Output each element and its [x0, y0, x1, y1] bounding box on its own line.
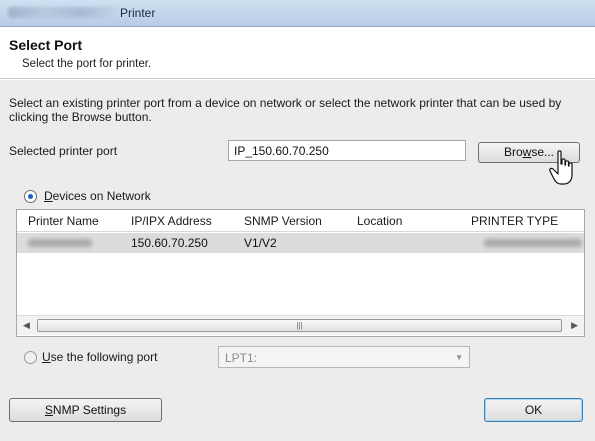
mouse-cursor-icon	[549, 150, 573, 185]
ok-button-label: OK	[524, 403, 543, 417]
ok-button[interactable]: OK	[484, 398, 583, 422]
port-select-value: LPT1:	[225, 351, 258, 365]
wizard-header: Select Port Select the port for printer.	[0, 28, 595, 79]
window-title: Printer	[120, 6, 156, 20]
devices-on-network-label[interactable]: Devices on Network	[44, 189, 151, 203]
page-title: Select Port	[9, 37, 83, 53]
devices-table: Printer Name IP/IPX Address SNMP Version…	[16, 209, 585, 337]
blurred-printer-type	[484, 239, 582, 247]
chevron-down-icon: ▼	[455, 353, 463, 362]
devices-on-network-radio[interactable]	[24, 190, 37, 203]
use-following-port-label[interactable]: Use the following port	[42, 350, 157, 364]
column-header-printer-name[interactable]: Printer Name	[28, 214, 99, 228]
table-header: Printer Name IP/IPX Address SNMP Version…	[17, 210, 584, 232]
use-following-port-radio[interactable]	[24, 351, 37, 364]
selected-port-field[interactable]: IP_150.60.70.250	[228, 140, 466, 161]
selected-port-label: Selected printer port	[9, 144, 118, 158]
page-subtitle: Select the port for printer.	[22, 58, 152, 70]
column-header-location[interactable]: Location	[357, 214, 402, 228]
column-header-printer-type[interactable]: PRINTER TYPE	[471, 214, 558, 228]
column-header-ip-address[interactable]: IP/IPX Address	[131, 214, 212, 228]
main-panel: Select an existing printer port from a d…	[0, 80, 595, 441]
snmp-settings-button[interactable]: SNMP Settings	[9, 398, 162, 422]
scrollbar-thumb[interactable]: |||	[37, 319, 562, 332]
port-select[interactable]: LPT1: ▼	[218, 346, 470, 368]
devices-on-network-group: Devices on Network Printer Name IP/IPX A…	[16, 183, 587, 340]
table-row[interactable]: 150.60.70.250 V1/V2	[17, 233, 584, 253]
cell-ip-address: 150.60.70.250	[131, 236, 208, 250]
blurred-printer-name	[28, 239, 92, 247]
column-header-snmp-version[interactable]: SNMP Version	[244, 214, 322, 228]
scroll-left-arrow-icon[interactable]: ◀	[23, 320, 30, 331]
blurred-printer-model	[8, 7, 118, 18]
cell-snmp-version: V1/V2	[244, 236, 277, 250]
horizontal-scrollbar[interactable]: ◀ ||| ▶	[17, 315, 584, 335]
browse-button-label: Browse...	[503, 145, 555, 159]
snmp-settings-label: SNMP Settings	[44, 403, 127, 417]
title-bar: Printer	[0, 0, 595, 27]
scroll-right-arrow-icon[interactable]: ▶	[571, 320, 578, 331]
instructions-text: Select an existing printer port from a d…	[9, 96, 562, 124]
